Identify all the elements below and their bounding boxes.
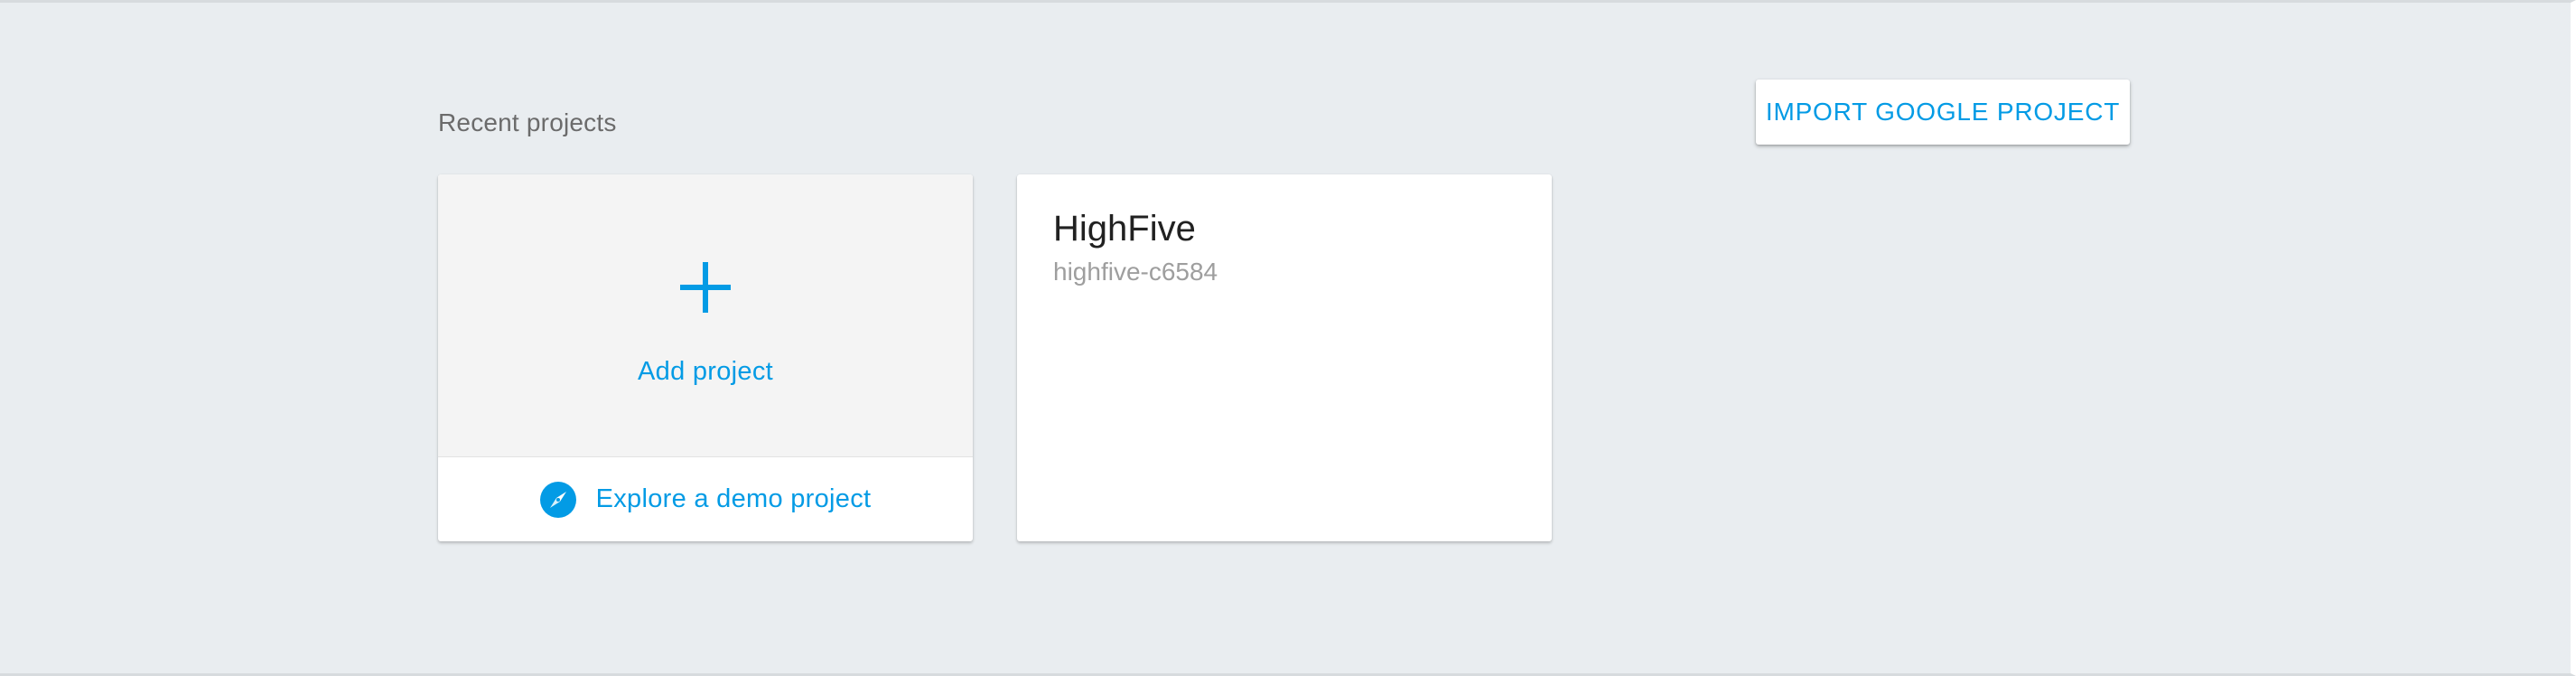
add-project-label: Add project <box>638 357 773 386</box>
import-google-project-button[interactable]: IMPORT GOOGLE PROJECT <box>1756 80 2130 145</box>
add-project-card: Add project Explore a demo project <box>438 174 973 541</box>
explore-demo-project-link[interactable]: Explore a demo project <box>438 457 973 541</box>
add-project-button[interactable]: Add project <box>438 174 973 457</box>
recent-projects-heading: Recent projects <box>438 108 617 136</box>
plus-icon <box>680 262 731 313</box>
project-id: highfive-c6584 <box>1053 258 1218 286</box>
projects-page: Recent projects IMPORT GOOGLE PROJECT Ad… <box>0 0 2576 676</box>
project-name: HighFive <box>1053 209 1196 249</box>
compass-icon <box>539 481 576 518</box>
explore-demo-label: Explore a demo project <box>595 484 872 513</box>
project-card-highfive[interactable]: HighFive highfive-c6584 <box>1017 174 1552 541</box>
